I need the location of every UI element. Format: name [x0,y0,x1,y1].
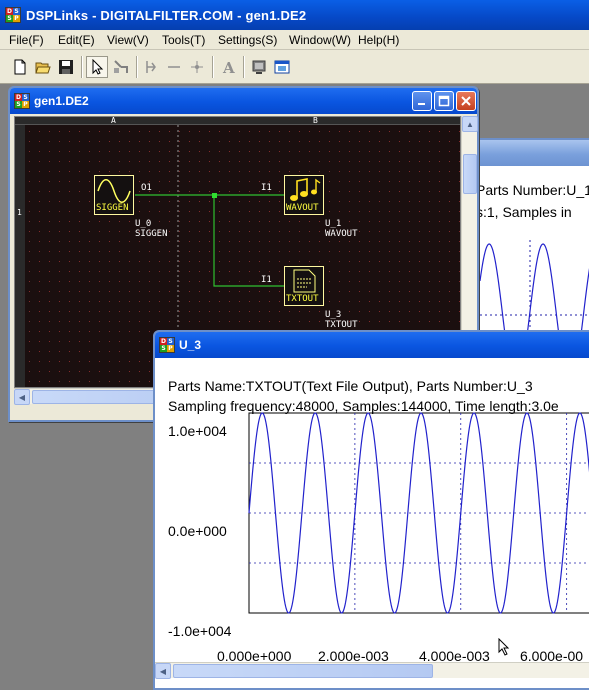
wavout-type: WAVOUT [325,229,358,239]
app-icon: DSSP [5,7,21,23]
siggen-port: O1 [141,183,152,193]
siggen-name: U_0 [135,219,152,229]
txtout-icon-label: TXTOUT [286,294,319,304]
u3-hscroll-thumb[interactable] [173,664,433,678]
part-siggen[interactable]: SIGGEN [94,175,134,215]
menu-tools[interactable]: Tools(T) [162,33,205,47]
wire-tool-icon[interactable] [110,56,132,78]
select-arrow-icon[interactable] [86,56,108,78]
minimize-button[interactable] [412,91,432,111]
part-txtout[interactable]: TXTOUT [284,266,324,306]
gen1-window-icon: DSSP [14,93,30,109]
save-icon[interactable] [55,56,77,78]
u1-window[interactable]: Parts Number:U_1 s:1, Samples in [470,138,589,348]
u3-info-line1: Parts Name:TXTOUT(Text File Output), Par… [168,378,533,394]
menu-view[interactable]: View(V) [107,33,149,47]
u3-scroll-left-icon[interactable]: ◀ [155,663,171,679]
u3-plot-area: Parts Name:TXTOUT(Text File Output), Par… [155,358,589,688]
menu-window[interactable]: Window(W) [289,33,351,47]
u3-title: U_3 [179,338,202,352]
window-tool-icon[interactable] [271,56,293,78]
gen1-title-bar[interactable]: DSSP gen1.DE2 [10,88,477,114]
siggen-icon-label: SIGGEN [96,203,129,213]
app-title-bar[interactable]: DSSP DSPLinks - DIGITALFILTER.COM - gen1… [0,0,589,30]
gen1-title: gen1.DE2 [34,94,89,108]
scroll-left-icon[interactable]: ◀ [14,389,30,405]
u3-window-icon: DSSP [159,337,175,353]
menu-file[interactable]: File(F) [9,33,44,47]
mouse-cursor-icon [498,638,510,656]
svg-text:A: A [222,59,235,75]
u1-info-line2: s:1, Samples in [476,204,572,220]
open-folder-icon[interactable] [32,56,54,78]
maximize-button[interactable] [434,91,454,111]
u1-title-bar[interactable] [472,140,589,166]
junction-tool-icon[interactable] [186,56,208,78]
siggen-type: SIGGEN [135,229,168,239]
part-tool-icon[interactable] [140,56,162,78]
menu-help[interactable]: Help(H) [358,33,399,47]
u3-title-bar[interactable]: DSSP U_3 [155,332,589,358]
wavout-icon-label: WAVOUT [286,203,319,213]
wavout-name: U_1 [325,219,342,229]
menu-settings[interactable]: Settings(S) [218,33,277,47]
grid-tool-icon[interactable] [248,56,270,78]
scroll-up-icon[interactable]: ▲ [462,116,478,132]
txtout-name: U_3 [325,310,342,320]
gen1-vscroll-thumb[interactable] [463,154,477,194]
txtout-type: TXTOUT [325,320,358,330]
menu-bar: File(F) Edit(E) View(V) Tools(T) Setting… [0,30,589,50]
u3-window[interactable]: DSSP U_3 Parts Name:TXTOUT(Text File Out… [153,330,589,690]
u1-info-line1: Parts Number:U_1 [476,182,589,198]
line-tool-icon[interactable] [163,56,185,78]
u3-chart [248,412,589,614]
text-tool-icon[interactable]: A [217,56,239,78]
wavout-port: I1 [261,183,272,193]
menu-edit[interactable]: Edit(E) [58,33,95,47]
toolbar: A [0,50,589,84]
new-file-icon[interactable] [9,56,31,78]
part-wavout[interactable]: WAVOUT [284,175,324,215]
app-title: DSPLinks - DIGITALFILTER.COM - gen1.DE2 [26,8,307,23]
txtout-port: I1 [261,275,272,285]
close-button[interactable] [456,91,476,111]
u3-hscroll[interactable]: ◀ [155,662,589,679]
u1-plot-area: Parts Number:U_1 s:1, Samples in [472,166,589,348]
